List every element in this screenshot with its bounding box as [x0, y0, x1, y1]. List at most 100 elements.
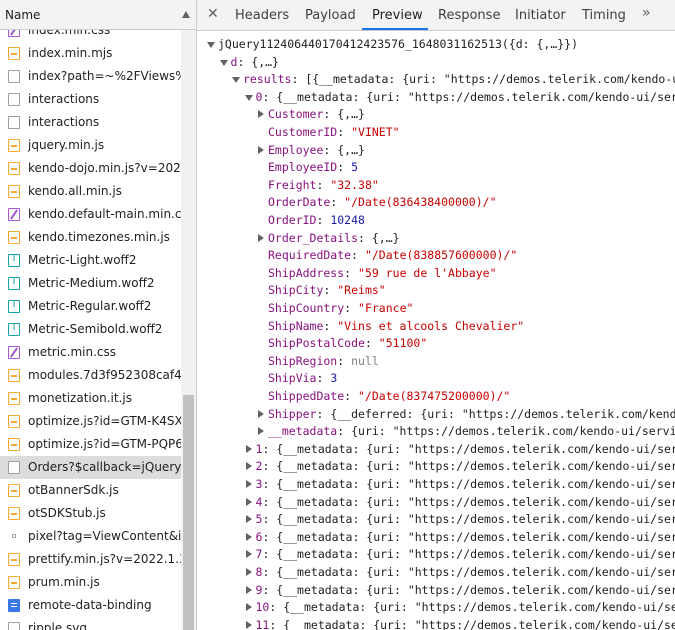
request-row[interactable]: Orders?$callback=jQuery1...: [0, 456, 181, 479]
request-list-scrollbar-thumb[interactable]: [183, 395, 194, 630]
json-tree-line[interactable]: 4: {__metadata: {uri: "https://demos.tel…: [197, 494, 675, 511]
expanded-arrow-icon[interactable]: [219, 54, 228, 71]
js-file-icon: [8, 162, 20, 175]
json-key: ShipVia: [268, 371, 317, 386]
request-row[interactable]: kendo.default-main.min.css: [0, 203, 181, 226]
request-row[interactable]: otSDKStub.js: [0, 502, 181, 525]
collapsed-arrow-icon[interactable]: [245, 511, 253, 528]
json-tree-line[interactable]: 6: {__metadata: {uri: "https://demos.tel…: [197, 529, 675, 546]
json-tree-line[interactable]: 11: {__metadata: {uri: "https://demos.te…: [197, 617, 675, 630]
collapsed-arrow-icon[interactable]: [245, 494, 253, 511]
tab-headers[interactable]: Headers: [235, 8, 289, 23]
js-file-icon: [8, 231, 20, 244]
tab-response[interactable]: Response: [438, 8, 500, 23]
json-tree-line[interactable]: Employee: {,…}: [197, 142, 675, 159]
request-row[interactable]: kendo.timezones.min.js: [0, 226, 181, 249]
collapsed-arrow-icon[interactable]: [245, 599, 253, 616]
request-row[interactable]: monetization.it.js: [0, 387, 181, 410]
json-tree-line[interactable]: 8: {__metadata: {uri: "https://demos.tel…: [197, 564, 675, 581]
close-icon[interactable]: ✕: [207, 6, 219, 22]
json-value: : {__metadata: {uri: "https://demos.tele…: [262, 582, 675, 597]
request-row[interactable]: modules.7d3f952308caf42...: [0, 364, 181, 387]
json-tree-line[interactable]: Order_Details: {,…}: [197, 230, 675, 247]
doc-file-icon: [8, 116, 20, 129]
request-row[interactable]: kendo.all.min.js: [0, 180, 181, 203]
request-row[interactable]: prum.min.js: [0, 571, 181, 594]
json-tree-line[interactable]: Shipper: {__deferred: {uri: "https://dem…: [197, 406, 675, 423]
collapsed-arrow-icon[interactable]: [245, 617, 253, 630]
more-tabs-chevron-icon[interactable]: »: [642, 5, 651, 21]
name-column-header[interactable]: Name: [0, 0, 196, 30]
collapsed-arrow-icon[interactable]: [257, 423, 265, 440]
collapsed-arrow-icon[interactable]: [257, 230, 265, 247]
css-file-icon: [8, 208, 20, 221]
request-name: kendo.timezones.min.js: [28, 230, 170, 244]
json-tree-line[interactable]: 1: {__metadata: {uri: "https://demos.tel…: [197, 441, 675, 458]
sort-ascending-icon[interactable]: [182, 11, 190, 18]
js-file-icon: [8, 369, 20, 382]
collapsed-arrow-icon[interactable]: [245, 529, 253, 546]
json-tree-text: 11: {__metadata: {uri: "https://demos.te…: [256, 617, 675, 630]
json-tree-line[interactable]: Customer: {,…}: [197, 106, 675, 123]
request-name: Metric-Light.woff2: [28, 253, 137, 267]
json-value: "VINET": [351, 125, 400, 139]
request-name: prettify.min.js?v=2022.1.30: [28, 552, 181, 566]
request-row[interactable]: interactions: [0, 88, 181, 111]
request-row[interactable]: otBannerSdk.js: [0, 479, 181, 502]
js-file-icon: [8, 415, 20, 428]
collapsed-arrow-icon[interactable]: [257, 106, 265, 123]
request-row[interactable]: index?path=~%2FViews%...: [0, 65, 181, 88]
json-tree-line[interactable]: 9: {__metadata: {uri: "https://demos.tel…: [197, 582, 675, 599]
json-tree-line[interactable]: jQuery112406440170412423576_164803116251…: [197, 36, 675, 53]
collapsed-arrow-icon[interactable]: [257, 406, 265, 423]
request-row[interactable]: Metric-Semibold.woff2: [0, 318, 181, 341]
collapsed-arrow-icon[interactable]: [245, 458, 253, 475]
json-tree-line[interactable]: 7: {__metadata: {uri: "https://demos.tel…: [197, 546, 675, 563]
collapsed-arrow-icon[interactable]: [257, 142, 265, 159]
collapsed-arrow-icon[interactable]: [245, 582, 253, 599]
json-tree-line[interactable]: 3: {__metadata: {uri: "https://demos.tel…: [197, 476, 675, 493]
json-tree-line[interactable]: 2: {__metadata: {uri: "https://demos.tel…: [197, 458, 675, 475]
request-row[interactable]: pixel?tag=ViewContent&i...: [0, 525, 181, 548]
collapsed-arrow-icon[interactable]: [245, 476, 253, 493]
collapsed-arrow-icon[interactable]: [245, 441, 253, 458]
json-tree-text: OrderID: 10248: [268, 212, 365, 229]
tab-timing[interactable]: Timing: [582, 8, 626, 23]
tab-payload[interactable]: Payload: [305, 8, 356, 23]
json-tree-line[interactable]: 5: {__metadata: {uri: "https://demos.tel…: [197, 511, 675, 528]
json-tree-text: 6: {__metadata: {uri: "https://demos.tel…: [256, 529, 675, 546]
json-tree-line[interactable]: d: {,…}: [197, 54, 675, 71]
request-row[interactable]: kendo-dojo.min.js?v=2022...: [0, 157, 181, 180]
request-row[interactable]: optimize.js?id=GTM-PQP6...: [0, 433, 181, 456]
request-name: otSDKStub.js: [28, 506, 106, 520]
json-value: 3: [330, 371, 338, 386]
expanded-arrow-icon[interactable]: [244, 89, 253, 106]
request-row[interactable]: ripple.svg: [0, 617, 181, 630]
js-file-icon: [8, 576, 20, 589]
request-name: jquery.min.js: [28, 138, 105, 152]
request-row[interactable]: interactions: [0, 111, 181, 134]
json-value: : {__metadata: {uri: "https://demos.tele…: [262, 565, 675, 579]
collapsed-arrow-icon[interactable]: [245, 546, 253, 563]
request-row[interactable]: Metric-Medium.woff2: [0, 272, 181, 295]
json-tree-line[interactable]: 0: {__metadata: {uri: "https://demos.tel…: [197, 89, 675, 106]
json-tree-text: ShipName: "Vins et alcools Chevalier": [268, 318, 524, 335]
json-key: 11: [255, 617, 270, 630]
request-row[interactable]: prettify.min.js?v=2022.1.30: [0, 548, 181, 571]
collapsed-arrow-icon[interactable]: [245, 564, 253, 581]
expanded-arrow-icon[interactable]: [232, 71, 240, 88]
expanded-arrow-icon[interactable]: [207, 36, 215, 53]
json-tree-line[interactable]: __metadata: {uri: "https://demos.telerik…: [197, 423, 675, 440]
request-row[interactable]: metric.min.css: [0, 341, 181, 364]
request-row[interactable]: Metric-Light.woff2: [0, 249, 181, 272]
tab-preview[interactable]: Preview: [372, 8, 423, 23]
request-row[interactable]: index.min.mjs: [0, 42, 181, 65]
request-row[interactable]: jquery.min.js: [0, 134, 181, 157]
json-tree-line[interactable]: 10: {__metadata: {uri: "https://demos.te…: [197, 599, 675, 616]
tab-initiator[interactable]: Initiator: [515, 8, 566, 23]
request-row[interactable]: remote-data-binding: [0, 594, 181, 617]
json-tree-line[interactable]: results: [{__metadata: {uri: "https://de…: [197, 71, 675, 88]
json-value: "Reims": [337, 283, 386, 298]
request-row[interactable]: optimize.js?id=GTM-K4SX...: [0, 410, 181, 433]
request-row[interactable]: Metric-Regular.woff2: [0, 295, 181, 318]
